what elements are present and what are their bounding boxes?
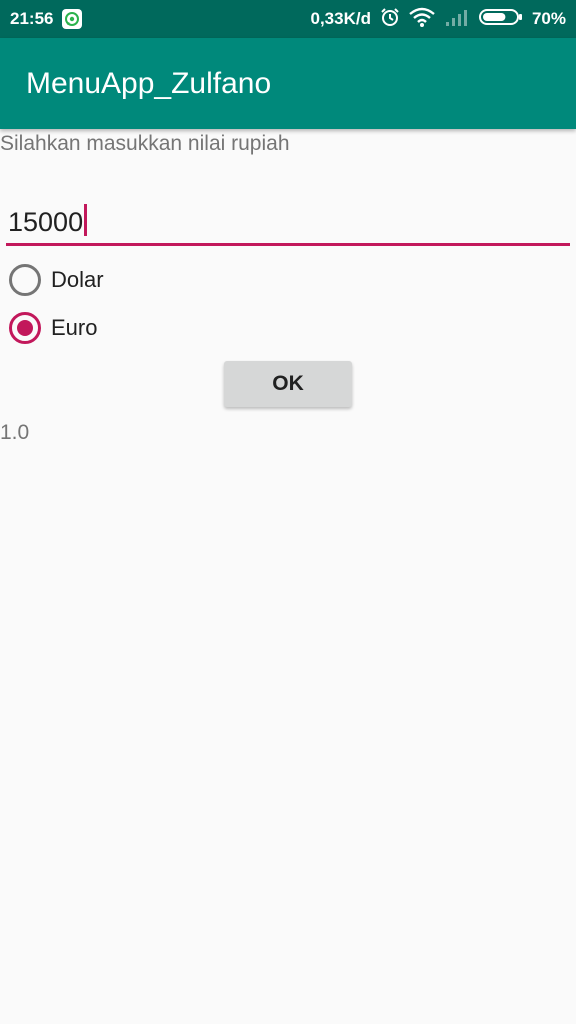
ok-button[interactable]: OK	[224, 361, 352, 407]
amount-prompt-label: Silahkan masukkan nilai rupiah	[0, 132, 290, 155]
status-bar: 21:56 0,33K/d 70%	[0, 0, 576, 38]
status-bar-right: 0,33K/d 70%	[301, 7, 566, 32]
radio-label-euro[interactable]: Euro	[51, 315, 97, 341]
alarm-icon	[380, 7, 400, 32]
battery-icon	[478, 7, 523, 32]
whatsapp-icon	[62, 9, 83, 29]
app-title: MenuApp_Zulfano	[26, 66, 272, 100]
amount-value: 15000	[8, 207, 84, 237]
radio-button-euro[interactable]	[9, 312, 41, 344]
battery-percent: 70%	[531, 9, 566, 28]
radio-option-dolar[interactable]: Dolar	[9, 264, 104, 296]
network-speed: 0,33K/d	[310, 9, 371, 28]
amount-input-text[interactable]: 15000	[8, 204, 88, 238]
status-bar-left: 21:56	[10, 9, 91, 29]
wifi-icon	[409, 7, 435, 32]
app-bar: MenuApp_Zulfano	[0, 38, 576, 129]
radio-label-dolar[interactable]: Dolar	[51, 267, 104, 293]
conversion-result: 1.0	[0, 421, 30, 444]
status-time: 21:56	[10, 9, 54, 28]
radio-option-euro[interactable]: Euro	[9, 312, 97, 344]
signal-icon	[444, 7, 470, 32]
text-cursor	[84, 204, 88, 236]
radio-button-dolar[interactable]	[9, 264, 41, 296]
amount-input[interactable]: 15000	[6, 196, 570, 246]
